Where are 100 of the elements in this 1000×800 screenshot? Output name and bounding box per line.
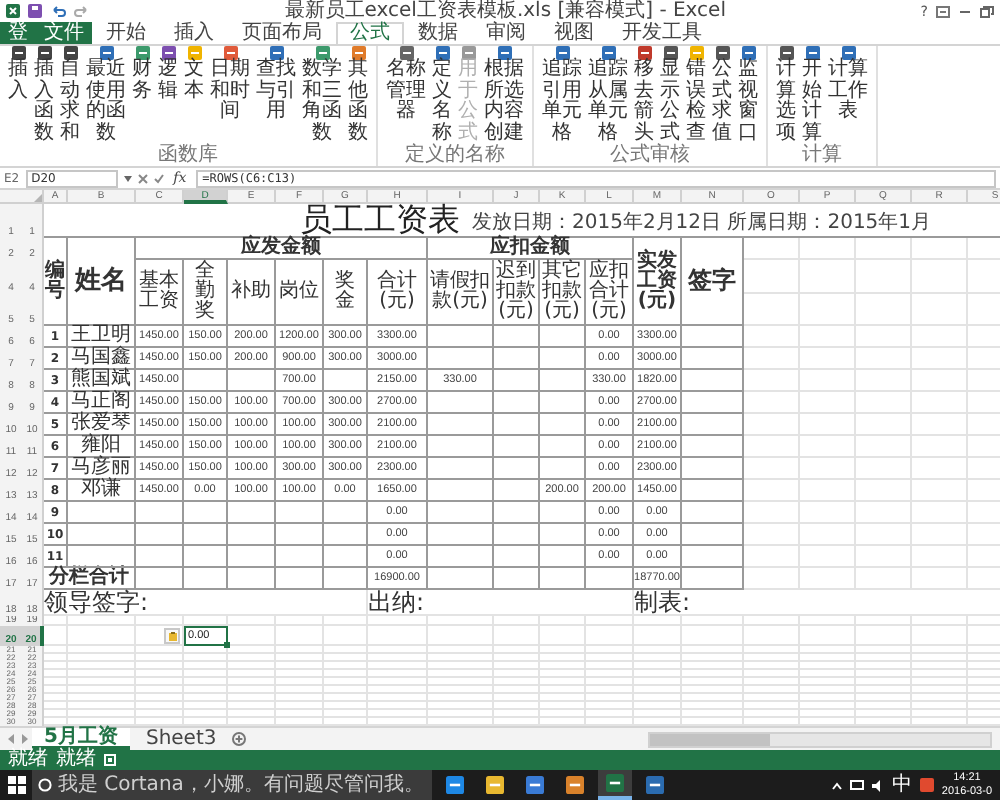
empty-cell: [428, 436, 494, 458]
empty-cell: [856, 348, 912, 370]
start-icon[interactable]: [8, 776, 26, 794]
empty-cell: [586, 626, 634, 646]
empty-cell: [184, 370, 228, 392]
empty-cell: [744, 480, 800, 502]
ribbon-tab[interactable]: 公式: [336, 22, 404, 44]
ribbon-display-icon[interactable]: [936, 5, 950, 17]
ribbon-button[interactable]: 计算选项: [776, 46, 796, 144]
ribbon-button[interactable]: 最近使用的函数: [86, 46, 126, 144]
empty-cell: [494, 370, 540, 392]
caret-icon[interactable]: [123, 175, 132, 181]
ribbon-button[interactable]: 错误检查: [686, 46, 706, 144]
empty-cell: [912, 524, 968, 546]
input-method-indicator[interactable]: 中: [891, 773, 912, 797]
previous-sheet-icon[interactable]: [8, 728, 16, 750]
ribbon-button[interactable]: 数学和三角函数: [302, 46, 342, 144]
empty-cell: [494, 348, 540, 370]
ribbon-button[interactable]: 定义名称: [432, 46, 452, 144]
cancel-icon[interactable]: [137, 173, 148, 183]
ribbon-button[interactable]: 自动求和: [60, 46, 80, 144]
network-icon[interactable]: [849, 779, 864, 791]
empty-cell: [494, 524, 540, 546]
empty-cell: [856, 293, 912, 326]
group-label: 计算: [800, 144, 844, 166]
search-field[interactable]: 我是 Cortana，小娜。有问题尽管问我。: [32, 770, 432, 800]
empty-cell: [912, 293, 968, 326]
table-header-cell: 其它扣款(元): [540, 260, 586, 326]
empty-cell: [68, 524, 136, 546]
ribbon-button[interactable]: 移去箭头: [634, 46, 654, 144]
table-header-cell: 全勤奖: [184, 260, 228, 326]
empty-cell: [744, 326, 800, 348]
empty-cell: [184, 546, 228, 568]
paste-options-icon[interactable]: [164, 628, 180, 644]
spreadsheet-app-icon[interactable]: [6, 4, 20, 18]
table-cell: 马彦丽: [68, 458, 136, 480]
ribbon-button[interactable]: 插入: [8, 46, 28, 144]
empty-cell: [540, 326, 586, 348]
speaker-icon[interactable]: [871, 779, 884, 791]
empty-cell: [744, 524, 800, 546]
sheet-tab[interactable]: 5月工资: [32, 728, 130, 750]
ribbon-button[interactable]: 查找与引用: [256, 46, 296, 144]
check-icon[interactable]: [153, 173, 164, 183]
empty-cell: [428, 524, 494, 546]
macro-record-icon[interactable]: [104, 754, 116, 766]
empty-cell: [744, 293, 800, 326]
empty-cell: [856, 480, 912, 502]
table-cell: 熊国斌: [68, 370, 136, 392]
ribbon-button[interactable]: 根据所选内容创建: [484, 46, 524, 144]
ribbon-button[interactable]: 插入函数: [34, 46, 54, 144]
group-label: 函数库: [156, 144, 220, 166]
ribbon-button[interactable]: 其他函数: [348, 46, 368, 144]
empty-cell: [744, 392, 800, 414]
chevron-up-icon[interactable]: [831, 781, 842, 789]
ribbon-button[interactable]: 名称管理器: [386, 46, 426, 144]
signature-label: 制表:: [634, 590, 1000, 616]
ribbon-button[interactable]: 计算工作表: [828, 46, 868, 144]
empty-cell: [136, 502, 184, 524]
empty-cell: [228, 546, 276, 568]
empty-cell: [184, 502, 228, 524]
empty-cell: [682, 458, 744, 480]
empty-cell: [276, 546, 324, 568]
table-header-cell: 编号: [44, 238, 68, 326]
ribbon-button[interactable]: 逻辑: [158, 46, 178, 144]
signature-label: 出纳:: [368, 590, 634, 616]
empty-cell: [912, 348, 968, 370]
taskbar-app-button[interactable]: [598, 770, 632, 800]
ribbon-button[interactable]: 财务: [132, 46, 152, 144]
empty-cell: [276, 524, 324, 546]
ribbon-button[interactable]: 公式求值: [712, 46, 732, 144]
ribbon-button[interactable]: 开始计算: [802, 46, 822, 144]
empty-cell: [744, 238, 800, 260]
next-sheet-icon[interactable]: [20, 728, 28, 750]
minimize-icon[interactable]: [958, 5, 972, 17]
empty-cell: [494, 414, 540, 436]
table-header-cell: 姓名: [68, 238, 136, 326]
notification-icon[interactable]: [919, 778, 934, 792]
date-info: 发放日期：2015年2月12日 所属日期：2015年1月: [472, 212, 932, 234]
empty-cell: [68, 626, 136, 646]
ribbon-button[interactable]: 文本: [184, 46, 204, 144]
empty-cell: [324, 524, 368, 546]
ribbon-tab[interactable]: 文件: [36, 22, 92, 44]
ribbon-button[interactable]: 追踪从属单元格: [588, 46, 628, 144]
account-link[interactable]: 登: [0, 22, 36, 44]
add-sheet-icon[interactable]: [232, 728, 247, 750]
ribbon-button[interactable]: 追踪引用单元格: [542, 46, 582, 144]
empty-cell: [428, 546, 494, 568]
save-icon[interactable]: [28, 4, 42, 18]
empty-cell: [856, 326, 912, 348]
empty-cell: [682, 546, 744, 568]
sheet-tab[interactable]: Sheet3: [133, 728, 229, 750]
restore-icon[interactable]: [980, 5, 994, 17]
table-header-cell: 岗位: [276, 260, 324, 326]
empty-cell: [276, 568, 324, 590]
ribbon-button[interactable]: 日期和时间: [210, 46, 250, 144]
undo-icon[interactable]: [50, 4, 66, 18]
ribbon-button[interactable]: 显示公式: [660, 46, 680, 144]
empty-cell: [856, 392, 912, 414]
ribbon-button[interactable]: 监视窗口: [738, 46, 758, 144]
horizontal-scrollbar[interactable]: [648, 731, 992, 747]
